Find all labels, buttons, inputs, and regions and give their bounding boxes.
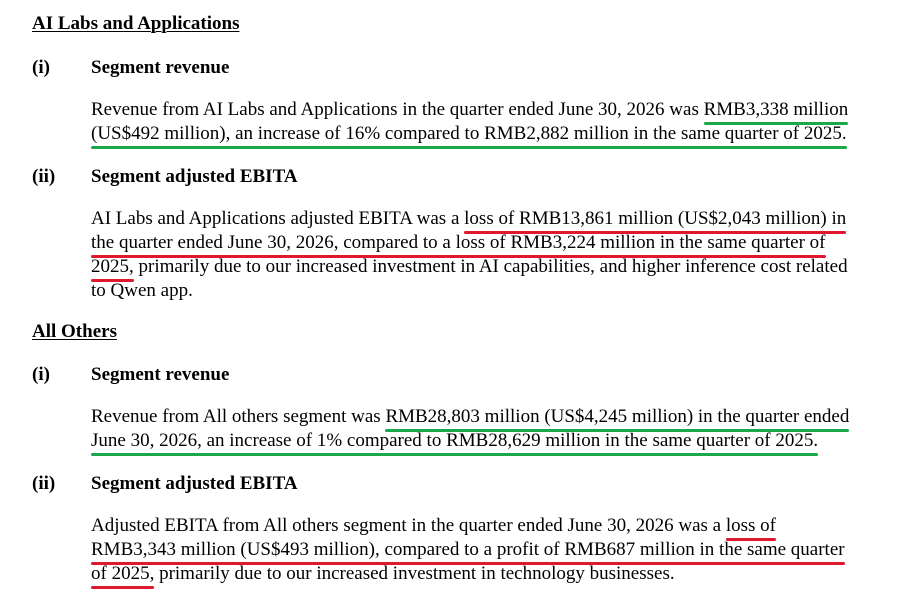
highlight-positive: June 30, 2026, an increase of 1% compare… xyxy=(91,430,819,456)
highlight-negative: loss of xyxy=(725,515,777,541)
highlight-positive: RMB3,338 million xyxy=(703,99,849,125)
body-text: primarily due to our increased investmen… xyxy=(133,256,848,277)
subheading-segment-revenue: Segment revenue xyxy=(91,364,230,385)
paragraph-line: Adjusted EBITA from All others segment i… xyxy=(91,514,777,541)
section-title-all-others: All Others xyxy=(32,321,117,342)
item-number-ebita: (ii) xyxy=(32,473,56,494)
highlight-negative: of 2025, xyxy=(91,563,155,589)
paragraph-line: Revenue from AI Labs and Applications in… xyxy=(91,98,849,125)
highlight-negative: the quarter ended June 30, 2026, compare… xyxy=(91,232,826,258)
highlight-negative: 2025, xyxy=(91,256,134,282)
paragraph-line: Revenue from All others segment was RMB2… xyxy=(91,405,850,432)
body-text: Revenue from All others segment was xyxy=(91,406,386,427)
subheading-segment-ebita: Segment adjusted EBITA xyxy=(91,473,298,494)
body-text: primarily due to our increased investmen… xyxy=(154,563,675,584)
subheading-segment-ebita: Segment adjusted EBITA xyxy=(91,166,298,187)
highlight-positive: RMB28,803 million (US$4,245 million) in … xyxy=(385,406,850,432)
body-text: to Qwen app. xyxy=(91,280,193,301)
section-title-ai-labs: AI Labs and Applications xyxy=(32,13,240,34)
highlight-negative: loss of RMB13,861 million (US$2,043 mill… xyxy=(464,208,847,234)
paragraph-line: 2025, primarily due to our increased inv… xyxy=(91,255,848,282)
paragraph-line: the quarter ended June 30, 2026, compare… xyxy=(91,231,826,258)
paragraph-line: (US$492 million), an increase of 16% com… xyxy=(91,122,847,149)
paragraph-line: of 2025, primarily due to our increased … xyxy=(91,562,675,589)
highlight-negative: RMB3,343 million (US$493 million), compa… xyxy=(91,539,845,565)
item-number-revenue: (i) xyxy=(32,364,50,385)
body-text: AI Labs and Applications adjusted EBITA … xyxy=(91,208,465,229)
paragraph-line: June 30, 2026, an increase of 1% compare… xyxy=(91,429,819,456)
paragraph-line: AI Labs and Applications adjusted EBITA … xyxy=(91,207,847,234)
highlight-positive: (US$492 million), an increase of 16% com… xyxy=(91,123,847,149)
paragraph-line: RMB3,343 million (US$493 million), compa… xyxy=(91,538,845,565)
body-text: Revenue from AI Labs and Applications in… xyxy=(91,99,704,120)
paragraph-line: to Qwen app. xyxy=(91,279,193,303)
body-text: Adjusted EBITA from All others segment i… xyxy=(91,515,726,536)
subheading-segment-revenue: Segment revenue xyxy=(91,57,230,78)
item-number-revenue: (i) xyxy=(32,57,50,78)
item-number-ebita: (ii) xyxy=(32,166,56,187)
